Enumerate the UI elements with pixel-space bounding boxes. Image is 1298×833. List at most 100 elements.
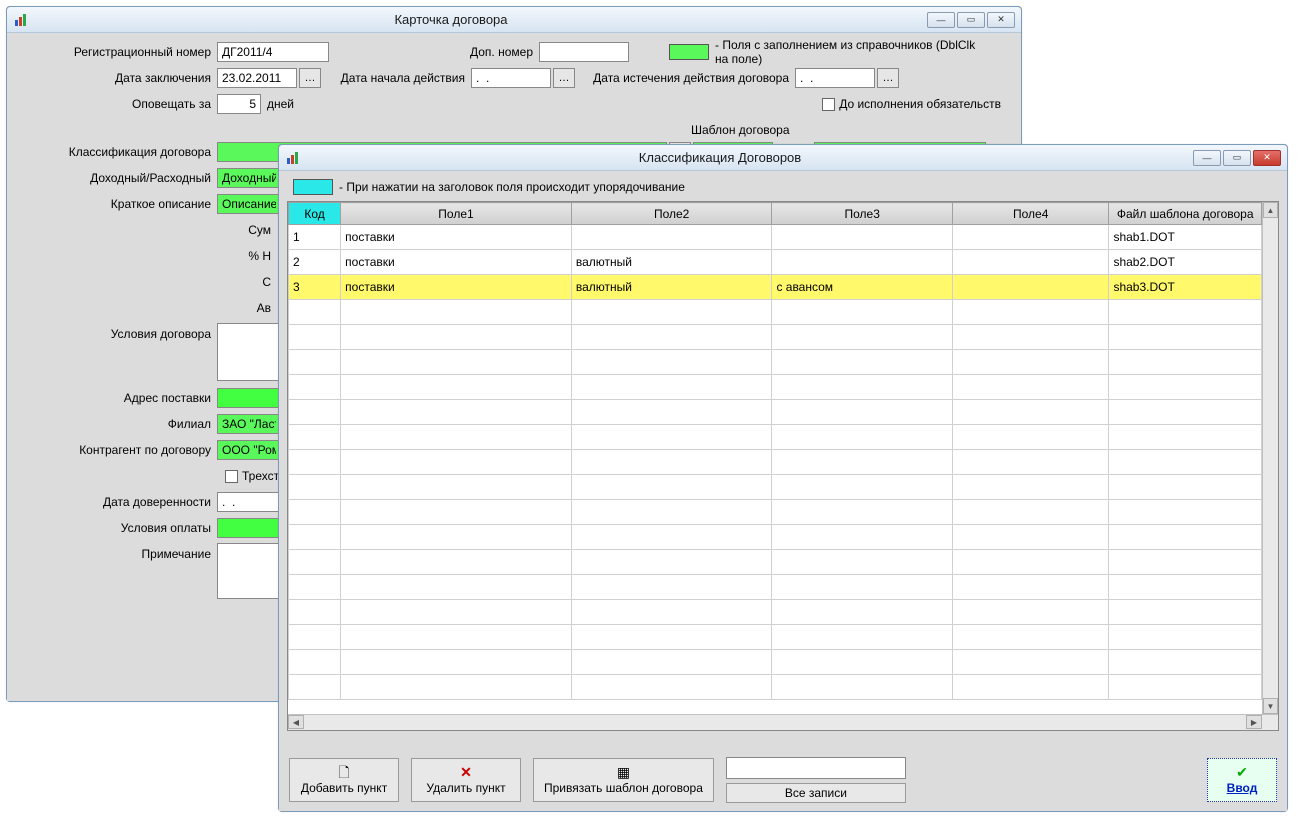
close-date-picker-button[interactable]: … [299, 68, 321, 88]
table-cell[interactable]: поставки [341, 225, 572, 250]
table-cell[interactable] [952, 650, 1108, 675]
table-cell[interactable] [289, 350, 341, 375]
table-cell[interactable] [772, 225, 953, 250]
table-cell[interactable] [772, 325, 953, 350]
notify-days-input[interactable] [217, 94, 261, 114]
horizontal-scrollbar[interactable]: ◀ ▶ [288, 714, 1278, 730]
bind-template-button[interactable]: ▦ Привязать шаблон договора [533, 758, 714, 802]
start-date-input[interactable] [471, 68, 551, 88]
table-row[interactable]: 1поставкиshab1.DOT [289, 225, 1278, 250]
table-cell[interactable] [341, 500, 572, 525]
table-cell[interactable] [571, 625, 772, 650]
table-cell[interactable] [952, 675, 1108, 700]
table-cell[interactable] [1109, 450, 1261, 475]
table-cell[interactable] [772, 575, 953, 600]
table-cell[interactable] [1109, 425, 1261, 450]
table-cell[interactable] [772, 525, 953, 550]
table-cell[interactable] [952, 400, 1108, 425]
table-cell[interactable] [772, 500, 953, 525]
table-cell[interactable] [341, 550, 572, 575]
filter-input[interactable] [726, 757, 906, 779]
vertical-scrollbar[interactable]: ▲ ▼ [1262, 202, 1278, 714]
close-date-input[interactable] [217, 68, 297, 88]
end-date-picker-button[interactable]: … [877, 68, 899, 88]
table-cell[interactable] [341, 675, 572, 700]
titlebar[interactable]: Карточка договора — ▭ ✕ [7, 7, 1021, 33]
table-cell[interactable] [341, 450, 572, 475]
modal-close-button[interactable]: ✕ [1253, 150, 1281, 166]
table-cell[interactable] [772, 625, 953, 650]
table-cell[interactable] [952, 325, 1108, 350]
table-cell[interactable] [952, 300, 1108, 325]
classification-grid[interactable]: Код Поле1 Поле2 Поле3 Поле4 Файл шаблона… [287, 201, 1279, 731]
table-cell[interactable]: shab2.DOT [1109, 250, 1261, 275]
table-cell[interactable] [571, 400, 772, 425]
table-cell[interactable] [952, 225, 1108, 250]
table-row[interactable] [289, 650, 1278, 675]
table-row[interactable] [289, 450, 1278, 475]
scroll-right-button[interactable]: ▶ [1246, 715, 1262, 729]
table-cell[interactable] [772, 400, 953, 425]
table-cell[interactable] [289, 375, 341, 400]
table-cell[interactable] [289, 475, 341, 500]
all-records-button[interactable]: Все записи [726, 783, 906, 803]
table-cell[interactable] [289, 400, 341, 425]
table-cell[interactable] [341, 475, 572, 500]
table-cell[interactable] [1109, 400, 1261, 425]
modal-titlebar[interactable]: Классификация Договоров — ▭ ✕ [279, 145, 1287, 171]
table-cell[interactable] [571, 475, 772, 500]
pay-terms-input[interactable] [217, 518, 281, 538]
delivery-addr-input[interactable] [217, 388, 281, 408]
table-cell[interactable] [952, 550, 1108, 575]
table-cell[interactable] [289, 425, 341, 450]
tripartite-checkbox[interactable] [225, 470, 238, 483]
table-cell[interactable] [289, 325, 341, 350]
table-cell[interactable]: 1 [289, 225, 341, 250]
table-row[interactable] [289, 300, 1278, 325]
table-row[interactable] [289, 400, 1278, 425]
col-p4[interactable]: Поле4 [952, 203, 1108, 225]
table-cell[interactable]: поставки [341, 275, 572, 300]
table-cell[interactable] [1109, 650, 1261, 675]
table-cell[interactable] [289, 550, 341, 575]
table-cell[interactable]: валютный [571, 250, 772, 275]
table-cell[interactable] [952, 425, 1108, 450]
table-row[interactable] [289, 600, 1278, 625]
table-cell[interactable] [772, 550, 953, 575]
income-expense-input[interactable] [217, 168, 281, 188]
table-row[interactable] [289, 675, 1278, 700]
table-cell[interactable] [1109, 525, 1261, 550]
proxy-date-input[interactable] [217, 492, 281, 512]
table-cell[interactable] [952, 475, 1108, 500]
table-cell[interactable] [772, 350, 953, 375]
table-cell[interactable] [341, 650, 572, 675]
table-cell[interactable] [772, 250, 953, 275]
table-cell[interactable] [772, 600, 953, 625]
table-cell[interactable] [772, 450, 953, 475]
table-cell[interactable] [952, 450, 1108, 475]
counterparty-input[interactable] [217, 440, 281, 460]
table-cell[interactable] [772, 675, 953, 700]
table-cell[interactable] [289, 500, 341, 525]
table-cell[interactable] [1109, 575, 1261, 600]
table-cell[interactable] [952, 250, 1108, 275]
col-p2[interactable]: Поле2 [571, 203, 772, 225]
col-file[interactable]: Файл шаблона договора [1109, 203, 1261, 225]
table-cell[interactable] [571, 225, 772, 250]
table-cell[interactable]: 3 [289, 275, 341, 300]
table-cell[interactable] [1109, 500, 1261, 525]
table-cell[interactable] [772, 375, 953, 400]
table-cell[interactable] [772, 475, 953, 500]
table-row[interactable] [289, 475, 1278, 500]
note-textarea[interactable] [217, 543, 281, 599]
table-cell[interactable] [952, 500, 1108, 525]
table-cell[interactable] [1109, 475, 1261, 500]
end-date-input[interactable] [795, 68, 875, 88]
delete-item-button[interactable]: ✕ Удалить пункт [411, 758, 521, 802]
table-cell[interactable] [289, 600, 341, 625]
table-cell[interactable] [341, 425, 572, 450]
col-p3[interactable]: Поле3 [772, 203, 953, 225]
table-cell[interactable] [952, 625, 1108, 650]
table-cell[interactable] [571, 650, 772, 675]
table-cell[interactable] [1109, 375, 1261, 400]
